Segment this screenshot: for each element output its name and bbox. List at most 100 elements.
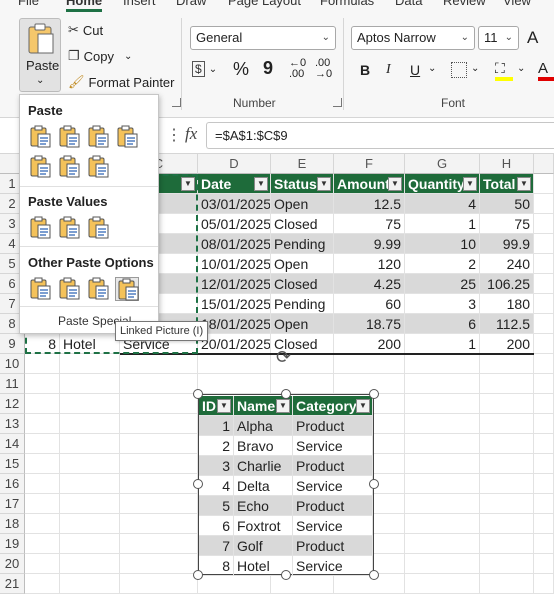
grid-cell[interactable] bbox=[534, 554, 554, 574]
grid-cell[interactable] bbox=[534, 214, 554, 234]
paste-formatting-icon[interactable] bbox=[28, 277, 52, 301]
row-header[interactable]: 21 bbox=[0, 574, 25, 594]
resize-handle[interactable] bbox=[193, 479, 203, 489]
resize-handle[interactable] bbox=[369, 570, 379, 580]
table-header-cell[interactable]: Amount ▼ bbox=[334, 174, 405, 194]
resize-handle[interactable] bbox=[193, 570, 203, 580]
bold-button[interactable]: B bbox=[360, 62, 370, 78]
grid-cell[interactable] bbox=[120, 454, 198, 474]
grid-cell[interactable] bbox=[405, 374, 480, 394]
cancel-formula-icon[interactable]: ⋮ bbox=[166, 125, 182, 145]
table-cell[interactable]: Closed bbox=[271, 274, 334, 294]
grid-cell[interactable] bbox=[480, 534, 534, 554]
grid-cell[interactable] bbox=[25, 394, 60, 414]
grid-cell[interactable] bbox=[480, 474, 534, 494]
grid-cell[interactable] bbox=[60, 554, 120, 574]
insert-function-button[interactable]: fx bbox=[185, 124, 197, 144]
grid-cell[interactable] bbox=[534, 314, 554, 334]
grid-cell[interactable] bbox=[405, 574, 480, 594]
grid-cell[interactable] bbox=[480, 354, 534, 374]
table-cell[interactable]: Closed bbox=[271, 214, 334, 234]
grid-cell[interactable] bbox=[480, 434, 534, 454]
table-cell[interactable]: 10/01/2025 bbox=[198, 254, 271, 274]
grid-cell[interactable] bbox=[405, 534, 480, 554]
grid-cell[interactable] bbox=[25, 354, 60, 374]
chevron-down-icon[interactable]: ⌄ bbox=[517, 63, 525, 74]
grid-cell[interactable] bbox=[25, 554, 60, 574]
table-cell[interactable]: 05/01/2025 bbox=[198, 214, 271, 234]
table-cell[interactable]: 25 bbox=[405, 274, 480, 294]
clipboard-launcher-icon[interactable] bbox=[172, 98, 181, 107]
paste-transpose-icon[interactable] bbox=[86, 155, 110, 179]
resize-handle[interactable] bbox=[281, 570, 291, 580]
copy-button[interactable]: ❐ Copy ⌄ bbox=[68, 48, 132, 64]
grid-cell[interactable] bbox=[60, 434, 120, 454]
table-cell[interactable]: 180 bbox=[480, 294, 534, 314]
paste-keep-source-formatting-icon[interactable] bbox=[115, 125, 139, 149]
grid-cell[interactable] bbox=[534, 374, 554, 394]
grid-cell[interactable] bbox=[534, 254, 554, 274]
grid-cell[interactable] bbox=[405, 554, 480, 574]
table-cell[interactable]: 4.25 bbox=[334, 274, 405, 294]
grid-cell[interactable] bbox=[120, 554, 198, 574]
column-header-i[interactable] bbox=[534, 154, 554, 174]
grid-cell[interactable] bbox=[120, 354, 198, 374]
row-header[interactable]: 16 bbox=[0, 474, 25, 494]
grid-cell[interactable] bbox=[534, 394, 554, 414]
paste-button[interactable]: Paste ⌄ bbox=[19, 18, 61, 92]
grid-cell[interactable] bbox=[534, 534, 554, 554]
grid-cell[interactable] bbox=[405, 514, 480, 534]
table-cell[interactable]: 20/01/2025 bbox=[198, 334, 271, 354]
table-cell[interactable]: Pending bbox=[271, 234, 334, 254]
row-header[interactable]: 12 bbox=[0, 394, 25, 414]
column-header-h[interactable]: H bbox=[480, 154, 534, 174]
table-cell[interactable]: 75 bbox=[334, 214, 405, 234]
grid-cell[interactable] bbox=[534, 354, 554, 374]
paste-picture-icon[interactable] bbox=[86, 277, 110, 301]
grid-cell[interactable] bbox=[534, 574, 554, 594]
table-cell[interactable]: 12/01/2025 bbox=[198, 274, 271, 294]
paste-values-icon[interactable] bbox=[28, 216, 52, 240]
grid-cell[interactable] bbox=[25, 574, 60, 594]
increase-font-size-button[interactable]: A bbox=[527, 28, 538, 48]
tab-data[interactable]: Data bbox=[395, 0, 422, 8]
grid-cell[interactable] bbox=[60, 354, 120, 374]
row-header[interactable]: 18 bbox=[0, 514, 25, 534]
table-cell[interactable]: 99.9 bbox=[480, 234, 534, 254]
grid-cell[interactable] bbox=[198, 354, 271, 374]
grid-cell[interactable] bbox=[60, 514, 120, 534]
table-cell[interactable]: 12.5 bbox=[334, 194, 405, 214]
grid-cell[interactable] bbox=[534, 294, 554, 314]
italic-button[interactable]: I bbox=[386, 62, 391, 78]
column-header-e[interactable]: E bbox=[271, 154, 334, 174]
table-cell[interactable]: 75 bbox=[480, 214, 534, 234]
grid-cell[interactable] bbox=[480, 494, 534, 514]
grid-cell[interactable] bbox=[480, 514, 534, 534]
grid-cell[interactable] bbox=[25, 534, 60, 554]
row-header[interactable]: 20 bbox=[0, 554, 25, 574]
grid-cell[interactable] bbox=[534, 414, 554, 434]
grid-cell[interactable] bbox=[405, 414, 480, 434]
grid-cell[interactable] bbox=[480, 374, 534, 394]
tab-review[interactable]: Review bbox=[443, 0, 486, 8]
row-header[interactable]: 11 bbox=[0, 374, 25, 394]
grid-cell[interactable] bbox=[405, 494, 480, 514]
column-header-f[interactable]: F bbox=[334, 154, 405, 174]
percent-style-button[interactable]: % bbox=[233, 59, 249, 80]
grid-cell[interactable] bbox=[25, 514, 60, 534]
grid-cell[interactable] bbox=[60, 414, 120, 434]
table-cell[interactable]: 3 bbox=[405, 294, 480, 314]
comma-style-button[interactable]: 9 bbox=[263, 58, 273, 79]
grid-cell[interactable] bbox=[198, 574, 271, 594]
number-launcher-icon[interactable] bbox=[333, 98, 342, 107]
grid-cell[interactable] bbox=[405, 354, 480, 374]
table-cell[interactable]: 4 bbox=[405, 194, 480, 214]
column-header-g[interactable]: G bbox=[405, 154, 480, 174]
grid-cell[interactable] bbox=[60, 374, 120, 394]
chevron-down-icon[interactable]: ⌄ bbox=[471, 63, 479, 74]
table-cell[interactable]: 200 bbox=[480, 334, 534, 354]
fill-color-icon[interactable]: ⛶ bbox=[495, 60, 513, 82]
table-cell[interactable]: 112.5 bbox=[480, 314, 534, 334]
tab-view[interactable]: View bbox=[503, 0, 531, 8]
filter-dropdown-icon[interactable]: ▼ bbox=[388, 177, 402, 191]
